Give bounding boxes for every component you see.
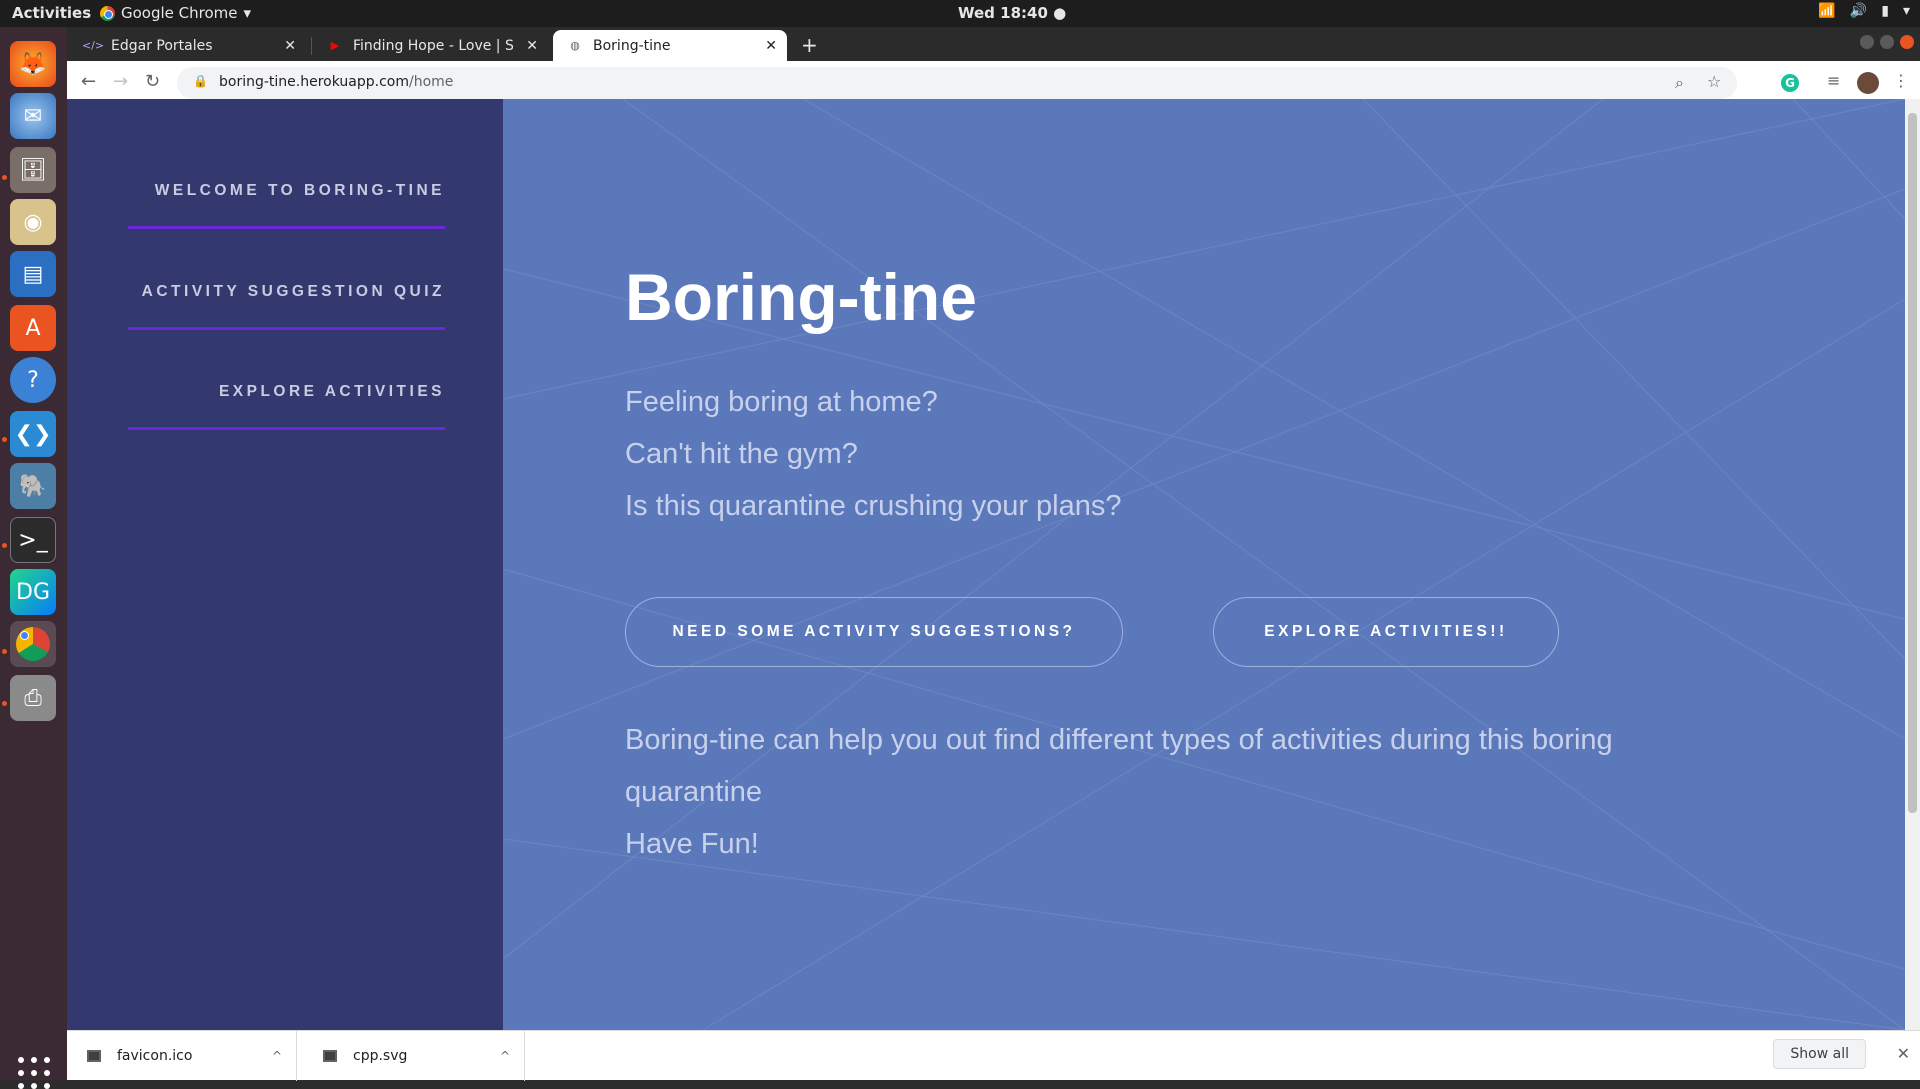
- maximize-button[interactable]: [1880, 35, 1894, 49]
- site-sidebar: WELCOME TO BORING-TINE ACTIVITY SUGGESTI…: [67, 99, 503, 1030]
- running-indicator: [2, 649, 7, 654]
- download-item[interactable]: cpp.svg ^: [297, 1031, 525, 1081]
- tab-title: Edgar Portales: [111, 37, 213, 54]
- url-host: boring-tine.herokuapp.com: [219, 74, 409, 90]
- address-bar[interactable]: 🔒 boring-tine.herokuapp.com/home ⌕ ☆: [177, 67, 1737, 99]
- intro-line-1: Feeling boring at home?: [625, 386, 938, 418]
- clock-label: Wed 18:40: [958, 4, 1048, 22]
- firefox-icon[interactable]: 🦊: [10, 41, 56, 87]
- running-indicator: [2, 437, 7, 442]
- back-icon[interactable]: ←: [81, 71, 96, 92]
- star-icon[interactable]: ☆: [1707, 72, 1721, 91]
- dock: 🦊 ✉ 🗄 ◉ ▤ A ? ❮❯ 🐘 >_ DG ⎙: [0, 27, 67, 1089]
- minimize-button[interactable]: [1860, 35, 1874, 49]
- hero-section: Boring-tine Feeling boring at home? Can'…: [503, 99, 1905, 1030]
- browser-window: </> Edgar Portales ✕ ▶ Finding Hope - Lo…: [67, 27, 1920, 1081]
- activity-suggestions-button[interactable]: NEED SOME ACTIVITY SUGGESTIONS?: [625, 597, 1123, 667]
- close-window-button[interactable]: [1900, 35, 1914, 49]
- forward-icon[interactable]: →: [113, 71, 128, 92]
- nav-link-explore[interactable]: EXPLORE ACTIVITIES: [128, 383, 445, 430]
- web-page: WELCOME TO BORING-TINE ACTIVITY SUGGESTI…: [67, 99, 1905, 1030]
- pgadmin-icon[interactable]: 🐘: [10, 463, 56, 509]
- tab-strip: </> Edgar Portales ✕ ▶ Finding Hope - Lo…: [67, 27, 1920, 61]
- writer-icon[interactable]: ▤: [10, 251, 56, 297]
- chrome-icon: [16, 627, 50, 661]
- printer-icon[interactable]: ⎙: [10, 675, 56, 721]
- close-icon[interactable]: ✕: [284, 38, 296, 54]
- datagrip-icon[interactable]: DG: [10, 569, 56, 615]
- battery-icon: ▮: [1881, 3, 1889, 19]
- vscode-icon[interactable]: ❮❯: [10, 411, 56, 457]
- system-top-bar: Activities Google Chrome ▾ Wed 18:40 ● 📶…: [0, 0, 1920, 27]
- close-icon[interactable]: ✕: [1897, 1044, 1910, 1063]
- explore-activities-button[interactable]: EXPLORE ACTIVITIES!!: [1213, 597, 1559, 667]
- volume-icon: 🔊: [1849, 3, 1868, 19]
- intro-line-2: Can't hit the gym?: [625, 438, 858, 470]
- tab-divider: [311, 37, 312, 55]
- url-path: /home: [408, 74, 454, 90]
- files-icon[interactable]: 🗄: [10, 147, 56, 193]
- zoom-icon[interactable]: ⌕: [1675, 73, 1684, 93]
- page-scrollbar[interactable]: [1905, 99, 1920, 1030]
- app-menu[interactable]: Google Chrome ▾: [100, 4, 251, 22]
- terminal-icon[interactable]: >_: [10, 517, 56, 563]
- lock-icon[interactable]: 🔒: [193, 74, 208, 88]
- nav-link-welcome[interactable]: WELCOME TO BORING-TINE: [128, 182, 445, 229]
- close-icon[interactable]: ✕: [765, 38, 777, 54]
- chrome-dock-icon[interactable]: [10, 621, 56, 667]
- tab-boring-tine[interactable]: ◍ Boring-tine ✕: [553, 30, 787, 61]
- thunderbird-icon[interactable]: ✉: [10, 93, 56, 139]
- chevron-down-icon: ▾: [1902, 3, 1910, 19]
- tab-finding-hope[interactable]: ▶ Finding Hope - Love | S ✕: [313, 30, 548, 61]
- tab-edgar-portales[interactable]: </> Edgar Portales ✕: [71, 30, 306, 61]
- running-indicator: [2, 701, 7, 706]
- show-applications-icon[interactable]: [18, 1057, 50, 1089]
- close-icon[interactable]: ✕: [526, 38, 538, 54]
- code-icon: </>: [81, 39, 105, 52]
- globe-icon: ◍: [570, 39, 580, 52]
- download-item[interactable]: favicon.ico ^: [67, 1031, 297, 1081]
- new-tab-button[interactable]: +: [801, 33, 818, 57]
- chevron-down-icon: ▾: [243, 4, 252, 22]
- app-menu-label: Google Chrome: [121, 4, 238, 22]
- chrome-icon: [100, 5, 115, 21]
- scrollbar-thumb[interactable]: [1908, 113, 1917, 813]
- file-icon: [323, 1050, 337, 1062]
- background-lines: [503, 99, 1905, 1030]
- menu-icon[interactable]: ⋮: [1893, 71, 1909, 90]
- help-icon[interactable]: ?: [10, 357, 56, 403]
- wifi-icon: 📶: [1818, 3, 1836, 19]
- media-control-icon[interactable]: ≡: [1827, 71, 1840, 90]
- running-indicator: [2, 175, 7, 180]
- youtube-icon: ▶: [330, 39, 340, 52]
- tab-title: Finding Hope - Love | S: [353, 37, 514, 54]
- page-title: Boring-tine: [625, 260, 977, 334]
- rhythmbox-icon[interactable]: ◉: [10, 199, 56, 245]
- clock[interactable]: Wed 18:40 ●: [958, 4, 1066, 22]
- url-text: boring-tine.herokuapp.com/home: [219, 74, 453, 90]
- download-filename: cpp.svg: [353, 1048, 408, 1064]
- show-all-button[interactable]: Show all: [1773, 1039, 1866, 1069]
- intro-line-3: Is this quarantine crushing your plans?: [625, 490, 1122, 522]
- downloads-bar: favicon.ico ^ cpp.svg ^ Show all ✕: [67, 1030, 1920, 1081]
- reload-icon[interactable]: ↻: [145, 71, 160, 92]
- description-line-1: Boring-tine can help you out find differ…: [625, 724, 1613, 756]
- file-icon: [87, 1050, 101, 1062]
- description-line-2: quarantine: [625, 776, 763, 808]
- chevron-up-icon[interactable]: ^: [500, 1049, 510, 1063]
- software-center-icon[interactable]: A: [10, 305, 56, 351]
- window-controls: [1860, 35, 1914, 49]
- running-indicator: [2, 543, 7, 548]
- avatar[interactable]: [1857, 72, 1879, 94]
- tab-title: Boring-tine: [593, 37, 671, 54]
- description-line-3: Have Fun!: [625, 828, 759, 860]
- grammarly-icon[interactable]: G: [1781, 74, 1799, 92]
- activities-button[interactable]: Activities: [12, 4, 91, 22]
- download-filename: favicon.ico: [117, 1048, 193, 1064]
- nav-link-quiz[interactable]: ACTIVITY SUGGESTION QUIZ: [128, 283, 445, 330]
- system-status-area[interactable]: 📶 🔊 ▮ ▾: [1818, 3, 1910, 19]
- chevron-up-icon[interactable]: ^: [272, 1049, 282, 1063]
